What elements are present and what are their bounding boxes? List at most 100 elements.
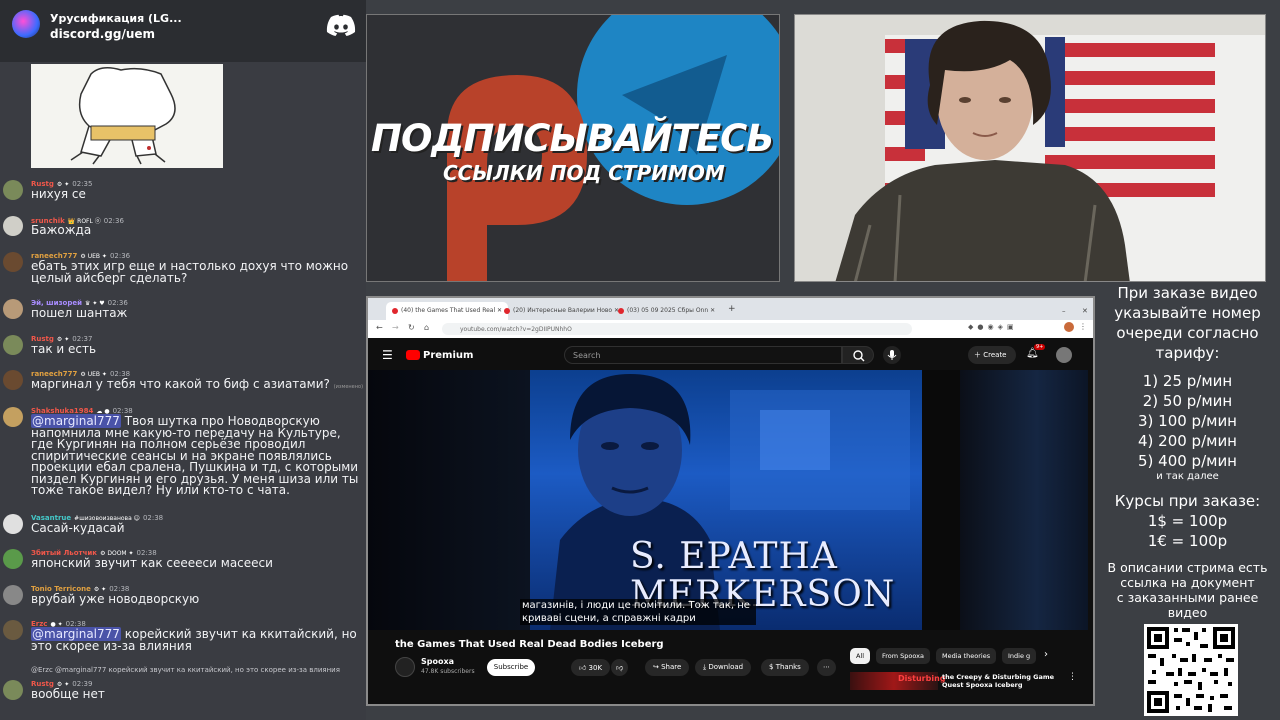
pricing-tiers: 1) 25 р/мин 2) 50 р/мин 3) 100 р/мин 4) … (1137, 372, 1237, 482)
tab-label: (20) Интересные Валерии Ново (513, 307, 613, 314)
chat-text: Твоя шутка про Новодворскую напомнила мн… (31, 414, 359, 497)
tab-label: (03) 05 09 2025 Сбры Onn (627, 307, 709, 314)
share-icon: ↪ (653, 663, 662, 671)
tab-label: (40) the Games That Used Real (401, 307, 496, 314)
youtube-logo[interactable]: Premium (406, 350, 473, 361)
close-window-button[interactable]: ✕ (1076, 302, 1093, 320)
like-button[interactable]: 👍︎ 30K (571, 659, 611, 676)
forward-icon[interactable]: → (392, 323, 399, 332)
video-captions: магазинів, і люди це помітили. Тож так, … (520, 599, 756, 625)
user-avatar[interactable] (3, 299, 23, 319)
user-avatar[interactable] (3, 407, 23, 427)
channel-avatar[interactable] (395, 657, 415, 677)
server-avatar (12, 10, 40, 38)
user-avatar[interactable] (3, 335, 23, 355)
chat-text: Бажожда (31, 223, 92, 237)
reply-preview[interactable]: @Erzc @marginal777 корейский звучит ка к… (31, 666, 340, 674)
video-ambient-right (960, 370, 1088, 630)
user-avatar[interactable] (3, 620, 23, 640)
user-avatar[interactable] (3, 514, 23, 534)
back-icon[interactable]: ← (376, 323, 383, 332)
video-ambient-left (368, 370, 530, 630)
recommended-thumbnail[interactable]: Disturbing (850, 672, 946, 690)
user-avatar[interactable] (3, 252, 23, 272)
browser-tab[interactable]: (20) Интересные Валерии Ново ✕ (498, 302, 625, 320)
create-button[interactable]: ＋ Create (968, 346, 1016, 364)
user-avatar[interactable] (3, 216, 23, 236)
user-avatar[interactable] (3, 585, 23, 605)
chat-text: так и есть (31, 342, 97, 356)
discord-banner: Урусификация (LG... discord.gg/uem (0, 0, 366, 62)
discord-invite: discord.gg/uem (50, 27, 156, 41)
chat-text: нихуя се (31, 187, 86, 201)
reload-icon[interactable]: ↻ (408, 323, 415, 332)
user-avatar[interactable] (3, 180, 23, 200)
thanks-button[interactable]: $ Thanks (761, 659, 809, 676)
search-input[interactable]: Search (564, 346, 842, 364)
chip-indie[interactable]: Indie g (1002, 648, 1037, 664)
chat-text: врубай уже новодворскую (31, 592, 200, 606)
chevron-right-icon[interactable]: › (1044, 649, 1048, 660)
download-button[interactable]: ⤓ Download (695, 659, 752, 676)
user-avatar[interactable] (3, 680, 23, 700)
dislike-button[interactable]: 👎︎ (611, 659, 629, 676)
video-player[interactable]: S. EPATHA MERKERSON магазинів, і люди це… (368, 370, 1088, 630)
recommended-menu-icon[interactable]: ⋮ (1068, 672, 1077, 682)
chip-all[interactable]: All (850, 648, 871, 664)
hamburger-menu-icon[interactable]: ☰ (382, 348, 393, 362)
recommendation-chips: All From Spooxa Media theories Indie g › (850, 648, 1080, 666)
chat-time: 02:38 (142, 514, 164, 522)
microphone-icon (887, 350, 897, 360)
plus-icon: ＋ (974, 351, 984, 359)
channel-row: Spooxa 47.8K subscribers Subscribe 👍︎ 30… (395, 655, 855, 685)
pricing-intro: При заказе видео указывайте номер очеред… (1114, 284, 1261, 362)
voice-search-button[interactable] (883, 346, 901, 364)
chip-media-theories[interactable]: Media theories (936, 648, 997, 664)
new-tab-button[interactable]: + (724, 302, 740, 320)
video-frame: S. EPATHA MERKERSON (530, 370, 922, 630)
user-avatar[interactable] (3, 370, 23, 390)
browser-tab[interactable]: (40) the Games That Used Real ✕ (386, 302, 509, 320)
discord-logo-icon (326, 14, 356, 37)
home-icon[interactable]: ⌂ (424, 323, 429, 332)
search-button[interactable] (842, 346, 874, 364)
notification-count-badge: 9+ (1034, 344, 1046, 350)
tab-bar: (40) the Games That Used Real ✕ (20) Инт… (368, 298, 1093, 320)
pricing-panel: При заказе видео указывайте номер очеред… (1095, 282, 1280, 720)
menu-kebab-icon[interactable]: ⋮ (1079, 322, 1087, 331)
chat-text: ебать этих игр еще и настолько дохуя что… (31, 259, 349, 285)
youtube-favicon-icon (504, 307, 510, 314)
account-avatar[interactable] (1056, 347, 1072, 363)
channel-name[interactable]: Spooxa (421, 657, 454, 666)
video-title: the Games That Used Real Dead Bodies Ice… (395, 639, 664, 650)
share-button[interactable]: ↪ Share (645, 659, 690, 676)
promo-headline: ПОДПИСЫВАЙТЕСЬ (371, 117, 774, 160)
extension-icons[interactable]: ◆●◉◈▣ (968, 323, 1018, 331)
promo-panel: ПОДПИСЫВАЙТЕСЬ ССЫЛКИ ПОД СТРИМОМ (366, 14, 780, 282)
thanks-icon: $ (769, 663, 776, 671)
youtube-favicon-icon (392, 307, 398, 314)
chat-text: маргинал у тебя что какой то биф с азиат… (31, 377, 330, 391)
chat-text: Сасай-кудасай (31, 521, 125, 535)
chat-time: 02:36 (103, 217, 124, 225)
address-bar[interactable]: youtube.com/watch?v=2gDIIPUNhhO (442, 323, 912, 335)
browser-window[interactable]: (40) the Games That Used Real ✕ (20) Инт… (366, 296, 1095, 706)
chat-panel[interactable]: Rustg ⚙︎ ✦ 02:35 нихуя се srunchik 👑 ROFL ⓞ… (0, 62, 366, 720)
youtube-favicon-icon (618, 307, 624, 314)
youtube-play-icon (406, 350, 420, 360)
chip-from-channel[interactable]: From Spooxa (876, 648, 931, 664)
server-name: Урусификация (LG... (50, 12, 182, 25)
user-avatar[interactable] (3, 549, 23, 569)
recommended-title[interactable]: the Creepy & Disturbing Game Quest Spoox… (942, 673, 1054, 689)
thumbs-up-icon: 👍︎ (579, 664, 589, 672)
profile-icon[interactable] (1064, 322, 1074, 332)
chat-text: пошел шантаж (31, 306, 128, 320)
recommended-video[interactable]: Disturbing the Creepy & Disturbing Game … (850, 672, 1077, 694)
webcam-feed (794, 14, 1266, 282)
subscribe-button[interactable]: Subscribe (487, 659, 535, 676)
minimize-button[interactable]: – (1056, 302, 1072, 320)
edited-marker: (изменено) (333, 384, 364, 390)
browser-tab[interactable]: (03) 05 09 2025 Сбры Onn ✕ (612, 302, 721, 320)
more-actions-button[interactable]: ⋯ (817, 659, 836, 676)
channel-subscribers: 47.8K subscribers (421, 668, 475, 675)
